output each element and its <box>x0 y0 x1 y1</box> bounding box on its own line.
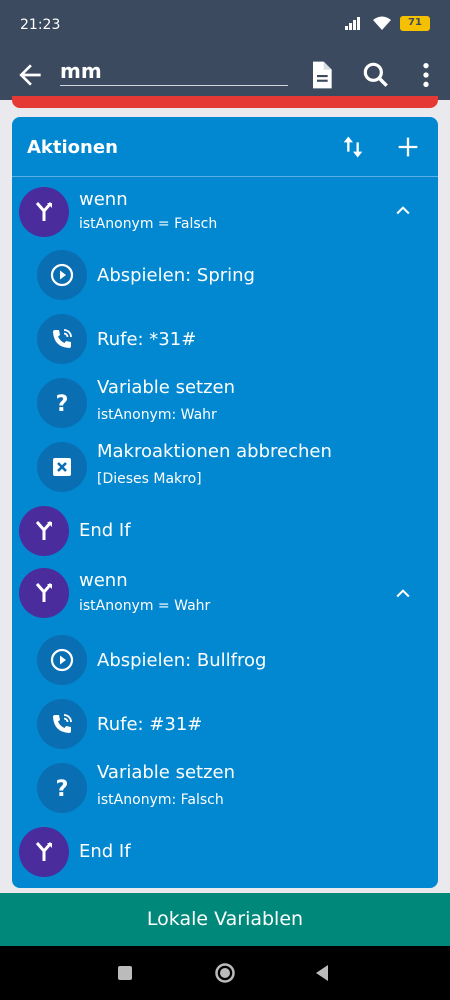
question-icon: ? <box>37 378 87 428</box>
phone-call-icon <box>37 314 87 364</box>
action-subtitle: istAnonym = Falsch <box>79 216 218 232</box>
action-title: End If <box>79 841 131 862</box>
action-set-variable-1[interactable]: ? Variable setzen istAnonym: Wahr <box>12 376 438 438</box>
branch-icon <box>19 506 69 556</box>
svg-text:?: ? <box>56 777 69 800</box>
status-time: 21:23 <box>20 17 61 33</box>
svg-text:?: ? <box>56 392 69 415</box>
chevron-up-icon[interactable] <box>393 201 413 221</box>
action-call-1[interactable]: Rufe: *31# <box>12 312 438 374</box>
trigger-card-edge <box>12 96 438 108</box>
sort-icon[interactable] <box>339 133 367 161</box>
action-title: wenn <box>79 570 128 591</box>
search-icon[interactable] <box>360 59 392 91</box>
status-icons: 71 <box>344 15 430 31</box>
question-icon: ? <box>37 763 87 813</box>
wifi-icon <box>373 16 391 30</box>
action-play-spring[interactable]: Abspielen: Spring <box>12 248 438 310</box>
action-title: Abspielen: Bullfrog <box>97 650 267 671</box>
recents-icon[interactable] <box>113 961 137 985</box>
action-end-if-2[interactable]: End If <box>12 825 438 887</box>
action-subtitle: [Dieses Makro] <box>97 471 202 487</box>
actions-title: Aktionen <box>27 137 118 158</box>
play-icon <box>37 250 87 300</box>
document-icon[interactable] <box>305 59 337 91</box>
branch-icon <box>19 568 69 618</box>
action-if-2[interactable]: wenn istAnonym = Wahr <box>12 566 438 628</box>
local-variables-button[interactable]: Lokale Variablen <box>0 893 450 946</box>
action-title: wenn <box>79 189 128 210</box>
action-play-bullfrog[interactable]: Abspielen: Bullfrog <box>12 633 438 695</box>
action-end-if-1[interactable]: End If <box>12 504 438 566</box>
branch-icon <box>19 187 69 237</box>
chevron-up-icon[interactable] <box>393 584 413 604</box>
action-title: Variable setzen <box>97 762 236 783</box>
action-title: Rufe: #31# <box>97 714 203 735</box>
action-call-2[interactable]: Rufe: #31# <box>12 697 438 759</box>
home-icon[interactable] <box>213 961 237 985</box>
status-bar: 21:23 71 <box>0 0 450 50</box>
action-subtitle: istAnonym: Wahr <box>97 407 217 423</box>
more-vert-icon[interactable] <box>410 59 442 91</box>
action-cancel-macro[interactable]: Makroaktionen abbrechen [Dieses Makro] <box>12 440 438 502</box>
action-title: Rufe: *31# <box>97 329 197 350</box>
action-subtitle: istAnonym: Falsch <box>97 792 224 808</box>
play-icon <box>37 635 87 685</box>
action-subtitle: istAnonym = Wahr <box>79 598 211 614</box>
cancel-box-icon <box>37 442 87 492</box>
back-nav-icon[interactable] <box>310 961 334 985</box>
actions-card: Aktionen wenn istAnonym = Falsch Abspiel… <box>12 117 438 888</box>
action-title: Abspielen: Spring <box>97 265 255 286</box>
app-bar <box>0 50 450 100</box>
add-icon[interactable] <box>394 133 422 161</box>
system-nav-bar <box>0 946 450 1000</box>
signal-icon <box>345 17 360 30</box>
back-arrow-icon[interactable] <box>14 59 46 91</box>
action-title: Makroaktionen abbrechen <box>97 441 332 462</box>
actions-card-header: Aktionen <box>12 117 438 177</box>
branch-icon <box>19 827 69 877</box>
action-title: End If <box>79 520 131 541</box>
phone-call-icon <box>37 699 87 749</box>
action-title: Variable setzen <box>97 377 236 398</box>
action-set-variable-2[interactable]: ? Variable setzen istAnonym: Falsch <box>12 761 438 823</box>
battery-icon: 71 <box>400 15 430 31</box>
macro-name-input[interactable] <box>60 56 288 86</box>
action-if-1[interactable]: wenn istAnonym = Falsch <box>12 179 438 245</box>
